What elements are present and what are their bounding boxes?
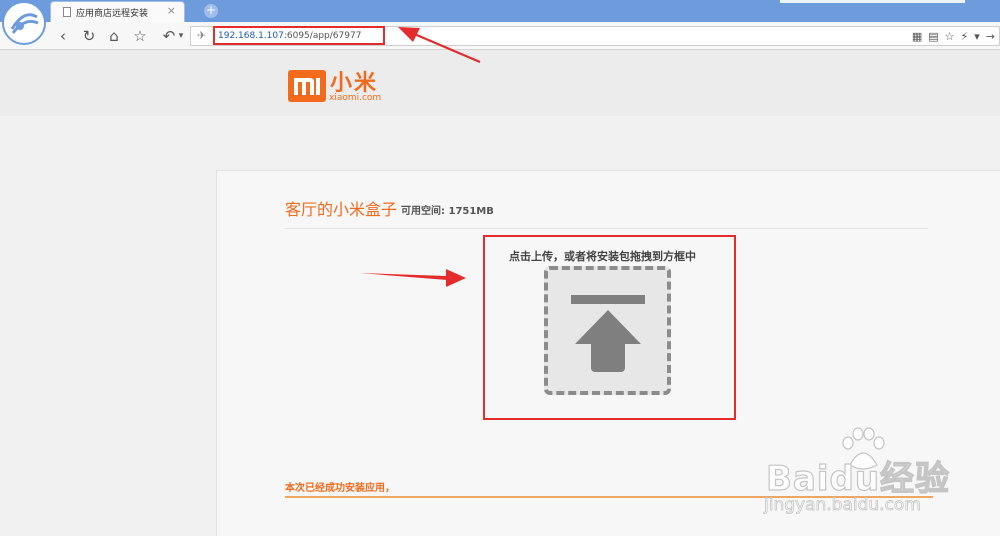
close-tab-icon[interactable]: × [167, 5, 176, 16]
tab-title: 应用商店远程安装 [76, 9, 149, 19]
reload-icon[interactable]: ↻ [80, 27, 98, 45]
home-icon[interactable]: ⌂ [105, 27, 123, 45]
titlebar-blank [780, 0, 965, 3]
bookmark-star-icon[interactable]: ☆ [945, 29, 955, 44]
site-header: 小米 xiaomi.com [0, 50, 1000, 116]
upload-highlight-box [483, 235, 736, 420]
site-icon: ✈ [197, 29, 207, 42]
page-icon [63, 7, 71, 17]
browser-toolbar: ‹ ↻ ⌂ ☆ ↶ ▾ ✈ 192.168.1.107:6095/app/679… [0, 22, 1000, 50]
favorite-icon[interactable]: ☆ [131, 27, 149, 45]
url-highlight-box [213, 26, 385, 45]
available-space: 可用空间: 1751MB [401, 206, 494, 217]
watermark-url: jingyan.baidu.com [764, 495, 922, 516]
reader-icon[interactable]: ▤ [928, 29, 938, 44]
dropdown-icon[interactable]: ▾ [974, 29, 980, 44]
speed-mode-icon[interactable]: ⚡ [961, 29, 969, 44]
baidu-jingyan-watermark: Baidu经验 jingyan.baidu.com [760, 425, 995, 525]
device-title: 客厅的小米盒子 [285, 200, 398, 219]
new-tab-button[interactable]: + [204, 4, 218, 18]
watermark-text: Baidu经验 [765, 458, 951, 499]
address-bar-tools: ▦ ▤ ☆ ⚡ ▾ → [912, 29, 995, 44]
back-icon[interactable]: ‹ [54, 27, 72, 45]
tab-app-store-remote-install[interactable]: 应用商店远程安装 × [50, 1, 185, 22]
install-success-text: 本次已经成功安装应用， [285, 483, 395, 494]
divider [285, 228, 928, 229]
browser-logo-icon[interactable] [2, 1, 46, 45]
logo-domain[interactable]: xiaomi.com [329, 93, 381, 103]
qr-code-icon[interactable]: ▦ [912, 29, 922, 44]
undo-menu-icon[interactable]: ▾ [172, 27, 190, 45]
mi-logo-icon[interactable] [288, 70, 326, 102]
go-arrow-icon[interactable]: → [986, 29, 995, 44]
